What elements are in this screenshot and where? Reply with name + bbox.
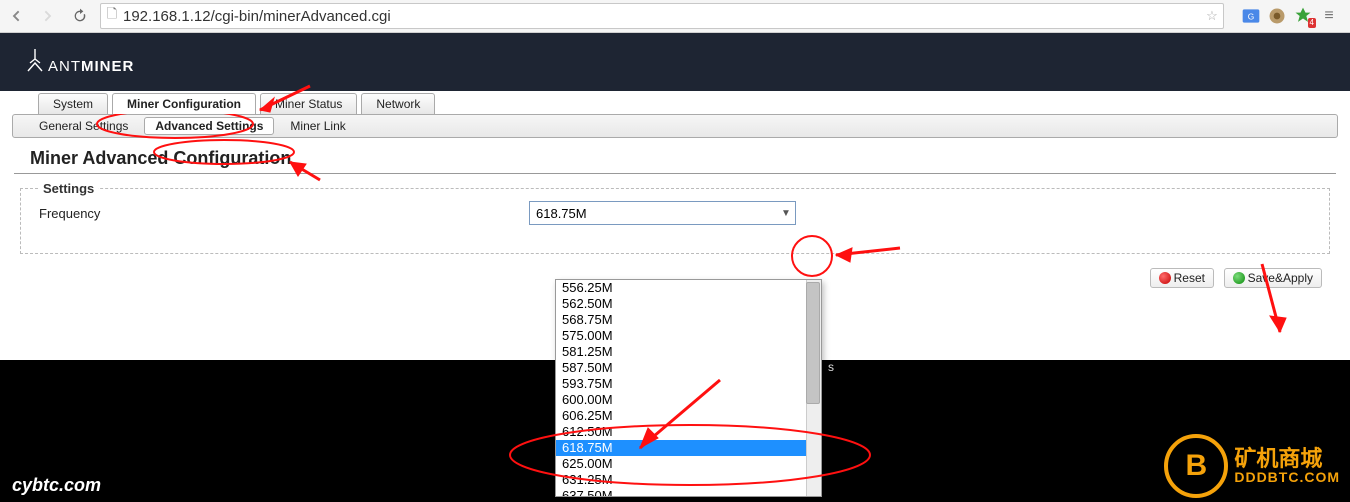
dropdown-option[interactable]: 562.50M (556, 296, 821, 312)
dropdown-option[interactable]: 606.25M (556, 408, 821, 424)
dropdown-option[interactable]: 631.25M (556, 472, 821, 488)
save-icon (1233, 272, 1245, 284)
frequency-dropdown[interactable]: 556.25M562.50M568.75M575.00M581.25M587.5… (555, 279, 822, 497)
logo-suffix: MINER (81, 58, 134, 75)
frequency-select[interactable]: 618.75M ▼ (529, 201, 796, 225)
dropdown-option[interactable]: 575.00M (556, 328, 821, 344)
page-icon: 🗋 (101, 5, 123, 27)
dropdown-option[interactable]: 625.00M (556, 456, 821, 472)
save-apply-button[interactable]: Save&Apply (1224, 268, 1322, 288)
reset-button[interactable]: Reset (1150, 268, 1214, 288)
watermark-right: B 矿机商城 DDDBTC.COM (1164, 434, 1340, 498)
scrollbar-thumb[interactable] (806, 282, 820, 404)
bookmark-star-icon[interactable]: ☆ (1201, 8, 1223, 24)
svg-text:G: G (1248, 11, 1254, 21)
watermark-line1: 矿机商城 (1234, 447, 1340, 470)
btc-icon: B (1164, 434, 1228, 498)
antenna-icon (26, 49, 44, 75)
extension-badge: 4 (1308, 18, 1316, 28)
dropdown-option[interactable]: 556.25M (556, 280, 821, 296)
chevron-down-icon: ▼ (777, 208, 795, 219)
subtab-miner-link[interactable]: Miner Link (290, 119, 345, 133)
dropdown-option[interactable]: 612.50M (556, 424, 821, 440)
address-bar[interactable]: 🗋 192.168.1.12/cgi-bin/minerAdvanced.cgi… (100, 3, 1224, 29)
tabs-sub: General Settings Advanced Settings Miner… (12, 114, 1338, 138)
dropdown-option[interactable]: 593.75M (556, 376, 821, 392)
watermark-left: cybtc.com (12, 475, 101, 496)
extension-icon-2[interactable] (1267, 6, 1287, 26)
frequency-label: Frequency (39, 206, 529, 221)
watermark-line2: DDDBTC.COM (1234, 470, 1340, 485)
dropdown-option[interactable]: 581.25M (556, 344, 821, 360)
tabs-top: System Miner Configuration Miner Status … (38, 91, 1350, 114)
fieldset-legend: Settings (39, 181, 98, 196)
dropdown-option[interactable]: 618.75M (556, 440, 821, 456)
divider (14, 173, 1336, 174)
logo-prefix: ANT (48, 58, 81, 75)
url-text: 192.168.1.12/cgi-bin/minerAdvanced.cgi (123, 8, 1201, 25)
subtab-advanced-settings[interactable]: Advanced Settings (144, 117, 274, 135)
nav-forward-button[interactable] (34, 4, 62, 28)
frequency-selected-value: 618.75M (530, 206, 777, 221)
dropdown-option[interactable]: 600.00M (556, 392, 821, 408)
nav-back-button[interactable] (2, 4, 30, 28)
dropdown-option[interactable]: 637.50M (556, 488, 821, 496)
reset-icon (1159, 272, 1171, 284)
tab-system[interactable]: System (38, 93, 108, 114)
chrome-menu-icon[interactable]: ≡ (1319, 6, 1339, 26)
tab-miner-status[interactable]: Miner Status (260, 93, 357, 114)
footer-char-right: s (828, 360, 834, 374)
nav-reload-button[interactable] (66, 4, 94, 28)
extension-icon-3[interactable]: 4 (1293, 6, 1313, 26)
page-title: Miner Advanced Configuration (30, 148, 1336, 169)
dropdown-option[interactable]: 568.75M (556, 312, 821, 328)
tab-miner-configuration[interactable]: Miner Configuration (112, 93, 256, 114)
dropdown-option[interactable]: 587.50M (556, 360, 821, 376)
settings-fieldset: Settings Frequency 618.75M ▼ (20, 188, 1330, 254)
tab-network[interactable]: Network (361, 93, 435, 114)
subtab-general-settings[interactable]: General Settings (39, 119, 128, 133)
translate-extension-icon[interactable]: G (1241, 6, 1261, 26)
dropdown-scrollbar[interactable] (806, 280, 821, 496)
product-logo: ANTMINER (26, 49, 134, 75)
